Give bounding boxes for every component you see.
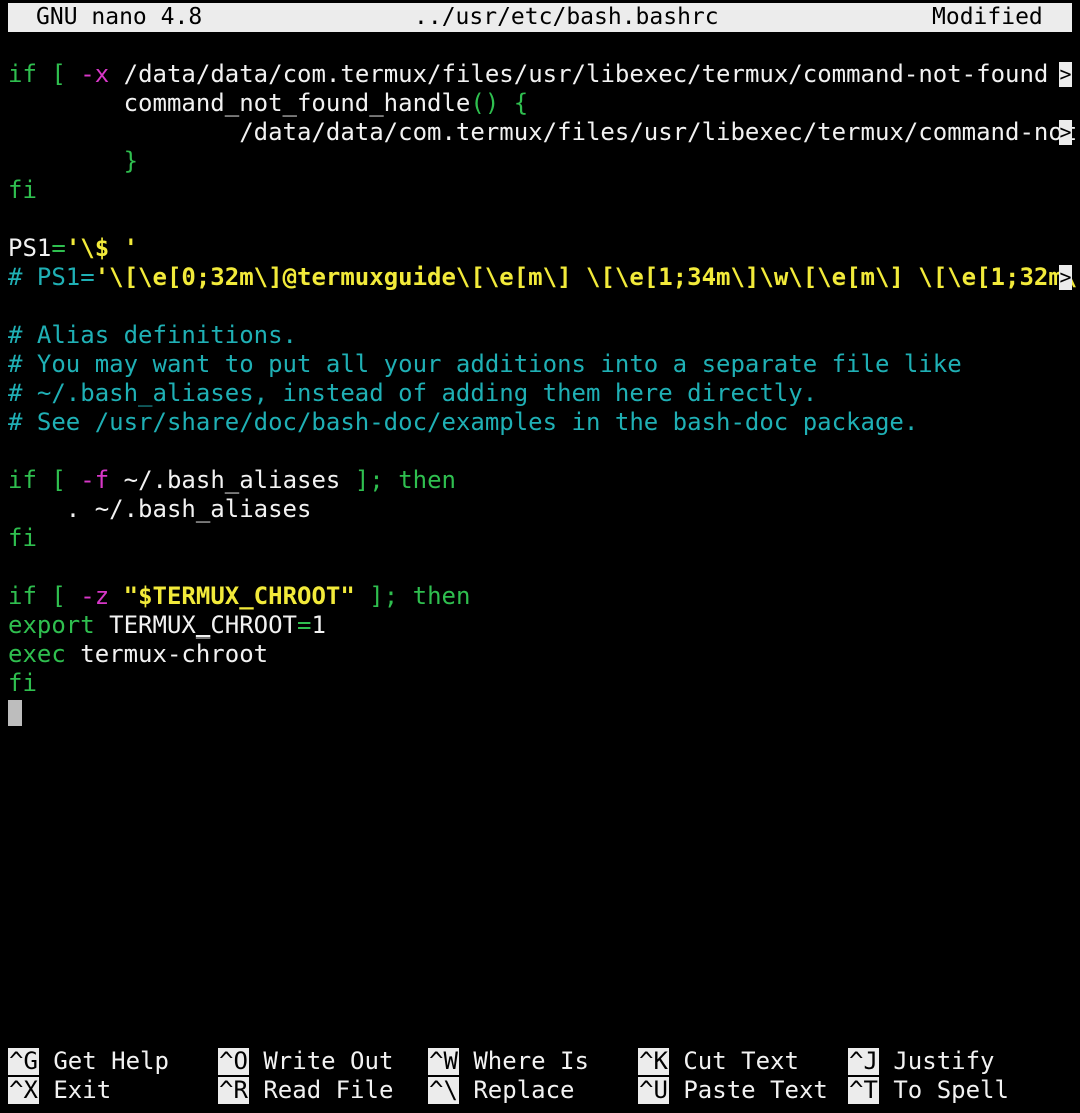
- code-line: exec termux-chroot: [8, 640, 269, 668]
- empty-line: [8, 437, 1072, 466]
- code-line: fi: [8, 524, 37, 552]
- code-line: /data/data/com.termux/files/usr/libexec/…: [239, 118, 1080, 146]
- shortcut-paste-text[interactable]: ^U Paste Text: [638, 1076, 828, 1105]
- code-line: if [ -z "$TERMUX_CHROOT" ]; then: [8, 582, 471, 610]
- comment-line: # You may want to put all your additions…: [8, 350, 962, 378]
- title-bar: GNU nano 4.8 ../usr/etc/bash.bashrc Modi…: [8, 3, 1072, 32]
- text-cursor: [8, 700, 22, 726]
- code-line: command_not_found_handle() {: [123, 89, 529, 117]
- app-name: GNU nano 4.8: [36, 4, 203, 30]
- line-continues-marker: >: [1059, 265, 1072, 290]
- editor-text-area[interactable]: if [ -x /data/data/com.termux/files/usr/…: [8, 60, 1080, 727]
- code-line: if [ -x /data/data/com.termux/files/usr/…: [8, 60, 1080, 88]
- shortcut-row: ^G Get Help ^O Write Out ^W Where Is ^K …: [8, 1047, 1072, 1076]
- shortcut-justify[interactable]: ^J Justify: [848, 1047, 995, 1076]
- shortcut-to-spell[interactable]: ^T To Spell: [848, 1076, 1009, 1105]
- cursor-line[interactable]: [8, 698, 1072, 727]
- code-line: # PS1='\[\e[0;32m\]@termuxguide\[\e[m\] …: [8, 263, 1080, 291]
- comment-line: # ~/.bash_aliases, instead of adding the…: [8, 379, 818, 407]
- shortcut-cut-text[interactable]: ^K Cut Text: [638, 1047, 799, 1076]
- shortcut-read-file[interactable]: ^R Read File: [218, 1076, 393, 1105]
- modified-status: Modified: [932, 4, 1043, 30]
- code-line: PS1='\$ ': [8, 234, 139, 262]
- line-continues-marker: >: [1059, 62, 1072, 87]
- shortcut-get-help[interactable]: ^G Get Help: [8, 1047, 169, 1076]
- code-line: fi: [8, 669, 37, 697]
- shortcut-bar: ^G Get Help ^O Write Out ^W Where Is ^K …: [8, 1047, 1072, 1105]
- shortcut-where-is[interactable]: ^W Where Is: [428, 1047, 589, 1076]
- code-line: }: [123, 147, 139, 175]
- shortcut-write-out[interactable]: ^O Write Out: [218, 1047, 393, 1076]
- code-line: if [ -f ~/.bash_aliases ]; then: [8, 466, 456, 494]
- line-continues-marker: >: [1059, 120, 1072, 145]
- shortcut-row: ^X Exit ^R Read File ^\ Replace ^U Paste…: [8, 1076, 1072, 1105]
- empty-line: [8, 553, 1072, 582]
- empty-line: [8, 292, 1072, 321]
- comment-line: # See /usr/share/doc/bash-doc/examples i…: [8, 408, 919, 436]
- comment-line: # Alias definitions.: [8, 321, 297, 349]
- shortcut-replace[interactable]: ^\ Replace: [428, 1076, 575, 1105]
- mouse-text-cursor-icon: _: [195, 611, 211, 639]
- code-line: export TERMUX_CHROOT=1: [8, 611, 326, 639]
- file-name: ../usr/etc/bash.bashrc: [414, 4, 719, 30]
- code-line: . ~/.bash_aliases: [65, 495, 312, 523]
- code-line: fi: [8, 176, 37, 204]
- empty-line: [8, 205, 1072, 234]
- shortcut-exit[interactable]: ^X Exit: [8, 1076, 111, 1105]
